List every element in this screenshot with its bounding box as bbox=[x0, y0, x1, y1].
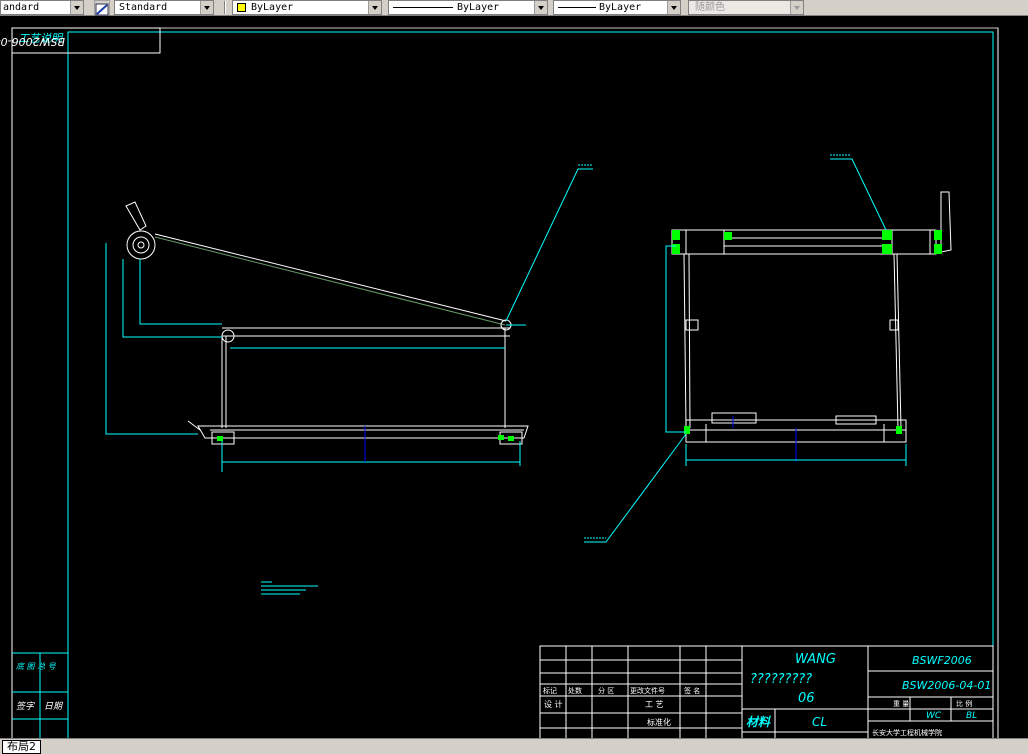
school-text: 长安大学工程机械学院 bbox=[872, 728, 942, 737]
chevron-down-icon[interactable] bbox=[70, 1, 83, 14]
linetype-dropdown[interactable]: ByLayer bbox=[388, 0, 548, 15]
properties-toolbar: andard Standard ByLayer ByLayer ByLayer … bbox=[0, 0, 1028, 16]
chevron-down-icon[interactable] bbox=[368, 1, 381, 14]
side-panel-labels: 工艺说明 BSW2006-04-01 底 图 总 号 签字 日期 bbox=[0, 32, 65, 712]
material-value: CL bbox=[812, 715, 827, 729]
change-doc-label: 更改文件号 bbox=[630, 686, 665, 695]
series-number-text: BSWF2006 bbox=[912, 654, 972, 667]
technical-notes bbox=[261, 581, 318, 595]
zone-label: 分 区 bbox=[598, 686, 614, 695]
weight-label: 重 量 bbox=[893, 700, 909, 708]
company-text: WANG bbox=[795, 652, 836, 667]
process-label: 工 艺 bbox=[645, 700, 664, 709]
text-style-value: andard bbox=[3, 2, 40, 13]
lineweight-preview-icon bbox=[558, 7, 596, 8]
layer-color-dropdown[interactable]: ByLayer bbox=[232, 0, 382, 15]
bl-value: BL bbox=[966, 711, 977, 721]
tab-layout-2[interactable]: 布局2 bbox=[2, 740, 41, 754]
base-drawing-number-label: 底 图 总 号 bbox=[16, 662, 57, 671]
material-label: 材料 bbox=[746, 715, 771, 729]
sign-label: 签字 bbox=[16, 701, 35, 712]
dimension-style-dropdown[interactable]: Standard bbox=[114, 0, 214, 15]
dimension-style-icon[interactable] bbox=[94, 0, 110, 16]
plot-style-dropdown: 随颜色 bbox=[688, 0, 804, 15]
mark-label: 标记 bbox=[543, 686, 557, 695]
title-block-text: WANG ????????? 06 BSWF2006 BSW2006-04-01… bbox=[543, 652, 991, 737]
chevron-down-icon bbox=[790, 1, 803, 14]
wc-value: WC bbox=[926, 711, 942, 721]
count-label: 处数 bbox=[568, 686, 582, 695]
date-label: 日期 bbox=[44, 701, 64, 712]
toolbar-separator bbox=[224, 1, 226, 14]
plot-style-value: 随颜色 bbox=[695, 2, 725, 13]
standardize-label: 标准化 bbox=[647, 717, 671, 727]
side-view-drawing bbox=[105, 164, 593, 472]
layout-tab-bar: 布局2 bbox=[0, 738, 1028, 754]
design-label: 设 计 bbox=[544, 699, 563, 709]
mirrored-drawing-code: BSW2006-04-01 bbox=[0, 35, 65, 48]
signature-label: 签 名 bbox=[684, 686, 700, 695]
part-name-text: ????????? bbox=[750, 672, 812, 687]
chevron-down-icon[interactable] bbox=[667, 1, 680, 14]
linetype-preview-icon bbox=[393, 7, 453, 8]
color-swatch-icon bbox=[237, 3, 246, 12]
text-style-dropdown[interactable]: andard bbox=[0, 0, 84, 15]
drawing-canvas[interactable]: 工艺说明 BSW2006-04-01 底 图 总 号 签字 日期 bbox=[0, 16, 1028, 738]
linetype-value: ByLayer bbox=[457, 2, 500, 13]
dimension-style-value: Standard bbox=[119, 2, 168, 13]
tab-layout-2-label: 布局2 bbox=[7, 740, 36, 753]
chevron-down-icon[interactable] bbox=[534, 1, 547, 14]
lineweight-value: ByLayer bbox=[599, 2, 642, 13]
sheet-number-text: 06 bbox=[798, 691, 815, 706]
chevron-down-icon[interactable] bbox=[200, 1, 213, 14]
front-view-drawing bbox=[584, 154, 952, 543]
lineweight-dropdown[interactable]: ByLayer bbox=[553, 0, 681, 15]
drawing-number-text: BSW2006-04-01 bbox=[902, 679, 991, 692]
scale-label: 比 例 bbox=[956, 699, 972, 708]
color-value: ByLayer bbox=[251, 2, 294, 13]
